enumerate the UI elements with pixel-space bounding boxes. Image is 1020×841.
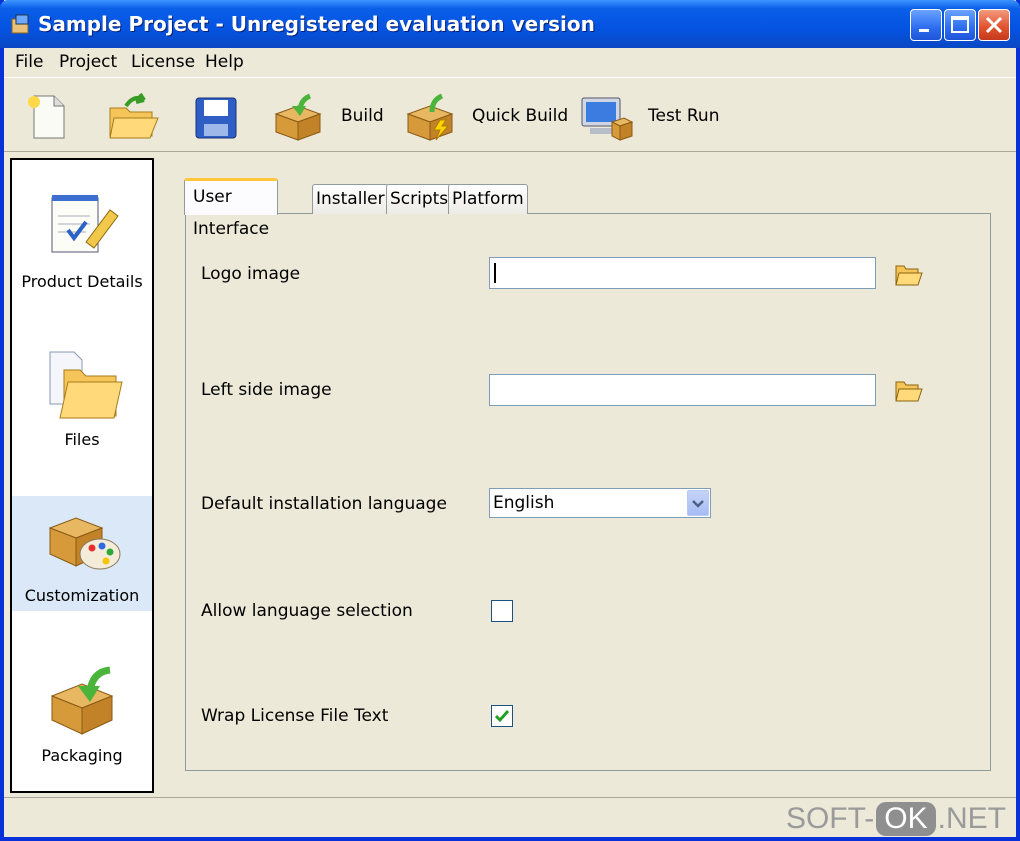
title-bar[interactable]: Sample Project - Unregistered evaluation…: [0, 0, 1020, 48]
sidebar-item-packaging[interactable]: Packaging: [12, 654, 152, 769]
save-disk-icon: [195, 97, 237, 139]
open-folder-icon: [895, 265, 923, 286]
wrap-license-label: Wrap License File Text: [201, 706, 389, 726]
sidebar-item-product-details[interactable]: Product Details: [12, 180, 152, 295]
test-run-button-icon-wrap[interactable]: [578, 92, 634, 142]
files-folder-icon: [49, 351, 123, 419]
save-button[interactable]: [192, 92, 240, 142]
menu-project[interactable]: Project: [59, 52, 117, 72]
watermark-box: OK: [876, 802, 936, 836]
wrap-license-checkbox[interactable]: [491, 705, 513, 727]
new-button[interactable]: [24, 92, 72, 142]
allow-language-selection-label: Allow language selection: [201, 601, 413, 621]
sidebar-item-label: Product Details: [21, 272, 143, 291]
minimize-button[interactable]: [910, 9, 942, 41]
notepad-pencil-icon: [51, 195, 119, 253]
open-button[interactable]: [106, 92, 160, 142]
tab-user-interface[interactable]: User Interface: [184, 178, 279, 239]
left-side-image-label: Left side image: [201, 380, 332, 400]
build-button-icon-wrap[interactable]: [270, 92, 332, 142]
tab-scripts[interactable]: Scripts: [386, 184, 453, 214]
text-caret: [494, 263, 496, 283]
close-icon: [985, 16, 1003, 34]
checkmark-icon: [494, 710, 510, 723]
sidebar-item-label: Packaging: [41, 746, 123, 765]
left-side-image-browse-button[interactable]: [894, 376, 924, 404]
tab-installer[interactable]: Installer: [312, 184, 389, 214]
chevron-down-icon: [692, 500, 704, 508]
watermark-right: .NET: [937, 802, 1006, 835]
menu-bar: File Project License Help: [4, 48, 1016, 76]
main-window: Sample Project - Unregistered evaluation…: [0, 0, 1020, 841]
logo-image-browse-button[interactable]: [894, 260, 924, 288]
watermark-left: SOFT-: [785, 802, 875, 835]
tab-platform[interactable]: Platform: [448, 184, 528, 214]
left-side-image-input[interactable]: [489, 374, 876, 406]
logo-image-input[interactable]: [489, 257, 876, 289]
default-language-value: English: [493, 493, 555, 513]
close-button[interactable]: [978, 9, 1010, 41]
logo-image-label: Logo image: [201, 264, 301, 284]
menu-license[interactable]: License: [131, 52, 195, 72]
sidebar-item-label: Customization: [24, 586, 140, 605]
sidebar: Product Details Files Customization Pack…: [10, 158, 154, 793]
new-document-icon: [28, 95, 65, 139]
menu-file[interactable]: File: [15, 52, 43, 72]
dropdown-button[interactable]: [687, 490, 709, 516]
quick-build-button[interactable]: Quick Build: [472, 106, 568, 126]
default-language-select[interactable]: English: [489, 488, 711, 518]
sidebar-item-files[interactable]: Files: [12, 338, 152, 453]
box-arrow-icon: [50, 666, 114, 735]
box-lightning-icon: [406, 93, 454, 141]
open-folder-icon: [109, 92, 159, 139]
open-folder-icon: [895, 381, 923, 402]
box-arrow-icon: [274, 93, 322, 141]
allow-language-selection-checkbox[interactable]: [491, 600, 513, 622]
test-run-button[interactable]: Test Run: [648, 106, 719, 126]
maximize-button[interactable]: [944, 9, 976, 41]
quick-build-button-icon-wrap[interactable]: [402, 92, 458, 142]
menu-help[interactable]: Help: [205, 52, 244, 72]
box-palette-icon: [48, 517, 121, 570]
sidebar-item-customization[interactable]: Customization: [12, 496, 152, 611]
status-bar: SOFT- OK .NET: [4, 797, 1016, 837]
installer-app-icon: [11, 14, 29, 34]
computer-run-icon: [581, 97, 634, 141]
build-button[interactable]: Build: [341, 106, 384, 126]
default-language-label: Default installation language: [201, 494, 447, 514]
window-title: Sample Project - Unregistered evaluation…: [38, 12, 595, 36]
watermark: SOFT- OK .NET: [786, 802, 1006, 836]
maximize-icon: [951, 16, 969, 33]
sidebar-item-label: Files: [64, 430, 100, 449]
toolbar: Build Quick Build Test Run: [4, 77, 1016, 152]
minimize-icon: [919, 29, 929, 32]
